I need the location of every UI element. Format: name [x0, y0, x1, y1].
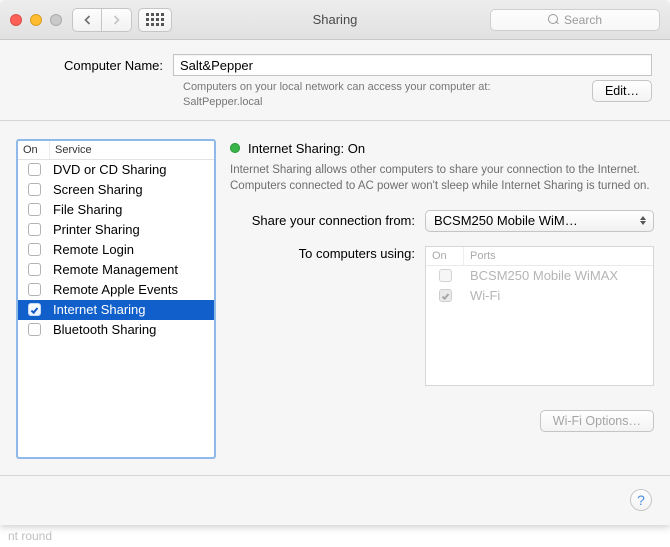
- service-label: Screen Sharing: [50, 182, 214, 197]
- service-detail: Internet Sharing: On Internet Sharing al…: [230, 139, 654, 459]
- show-all-button[interactable]: [138, 8, 172, 32]
- service-checkbox[interactable]: [28, 323, 41, 336]
- status-title: Internet Sharing: On: [248, 141, 365, 156]
- zoom-icon: [50, 14, 62, 26]
- service-label: DVD or CD Sharing: [50, 162, 214, 177]
- service-label: Remote Management: [50, 262, 214, 277]
- services-header: On Service: [18, 141, 214, 160]
- edit-button[interactable]: Edit…: [592, 80, 652, 102]
- port-row: Wi-Fi: [426, 286, 653, 306]
- service-label: Printer Sharing: [50, 222, 214, 237]
- share-from-select[interactable]: BCSM250 Mobile WiM…: [425, 210, 654, 232]
- wifi-options-button: Wi-Fi Options…: [540, 410, 654, 432]
- search-icon: [548, 14, 560, 26]
- service-row[interactable]: Remote Login: [18, 240, 214, 260]
- service-row[interactable]: Bluetooth Sharing: [18, 320, 214, 340]
- services-header-on: On: [18, 141, 50, 159]
- port-label: BCSM250 Mobile WiMAX: [464, 268, 653, 283]
- search-input[interactable]: Search: [490, 9, 660, 31]
- service-row[interactable]: Screen Sharing: [18, 180, 214, 200]
- service-checkbox[interactable]: [28, 163, 41, 176]
- grid-icon: [146, 13, 164, 26]
- sharing-prefpane: Sharing Search Computer Name: Computers …: [0, 0, 670, 525]
- service-row[interactable]: Remote Management: [18, 260, 214, 280]
- minimize-icon[interactable]: [30, 14, 42, 26]
- service-checkbox[interactable]: [28, 203, 41, 216]
- service-checkbox[interactable]: [28, 283, 41, 296]
- content: On Service DVD or CD Sharing Screen Shari…: [0, 121, 670, 475]
- service-row[interactable]: Printer Sharing: [18, 220, 214, 240]
- status-description: Internet Sharing allows other computers …: [230, 162, 654, 194]
- port-row: BCSM250 Mobile WiMAX: [426, 266, 653, 286]
- ports-header-on: On: [426, 247, 464, 265]
- port-checkbox: [439, 289, 452, 302]
- port-label: Wi-Fi: [464, 288, 653, 303]
- service-label: Remote Login: [50, 242, 214, 257]
- service-label: Internet Sharing: [50, 302, 214, 317]
- service-row[interactable]: File Sharing: [18, 200, 214, 220]
- window-controls: [10, 14, 62, 26]
- nav-back-forward: [72, 8, 132, 32]
- service-row[interactable]: DVD or CD Sharing: [18, 160, 214, 180]
- search-placeholder: Search: [564, 13, 602, 27]
- service-checkbox[interactable]: [28, 243, 41, 256]
- help-button[interactable]: ?: [630, 489, 652, 511]
- services-header-service: Service: [50, 141, 214, 159]
- chevron-updown-icon: [638, 214, 648, 228]
- ports-list: On Ports BCSM250 Mobile WiMAX Wi-Fi: [425, 246, 654, 386]
- background-window-text: nt round: [0, 525, 670, 547]
- share-from-value: BCSM250 Mobile WiM…: [434, 213, 578, 228]
- titlebar: Sharing Search: [0, 0, 670, 40]
- computer-name-label: Computer Name:: [18, 58, 173, 73]
- computer-name-field[interactable]: [173, 54, 652, 76]
- services-list[interactable]: On Service DVD or CD Sharing Screen Shari…: [16, 139, 216, 459]
- to-computers-label: To computers using:: [230, 246, 425, 261]
- port-checkbox: [439, 269, 452, 282]
- back-button[interactable]: [72, 8, 102, 32]
- service-checkbox[interactable]: [28, 303, 41, 316]
- computer-name-section: Computer Name: Computers on your local n…: [0, 40, 670, 121]
- footer: ?: [0, 475, 670, 525]
- service-row[interactable]: Internet Sharing: [18, 300, 214, 320]
- service-label: Remote Apple Events: [50, 282, 214, 297]
- service-label: Bluetooth Sharing: [50, 322, 214, 337]
- service-label: File Sharing: [50, 202, 214, 217]
- computer-name-note: Computers on your local network can acce…: [183, 80, 580, 110]
- ports-header-name: Ports: [464, 247, 653, 265]
- service-row[interactable]: Remote Apple Events: [18, 280, 214, 300]
- service-checkbox[interactable]: [28, 263, 41, 276]
- close-icon[interactable]: [10, 14, 22, 26]
- share-from-label: Share your connection from:: [230, 213, 425, 228]
- service-checkbox[interactable]: [28, 223, 41, 236]
- forward-button: [102, 8, 132, 32]
- service-checkbox[interactable]: [28, 183, 41, 196]
- status-dot-icon: [230, 143, 240, 153]
